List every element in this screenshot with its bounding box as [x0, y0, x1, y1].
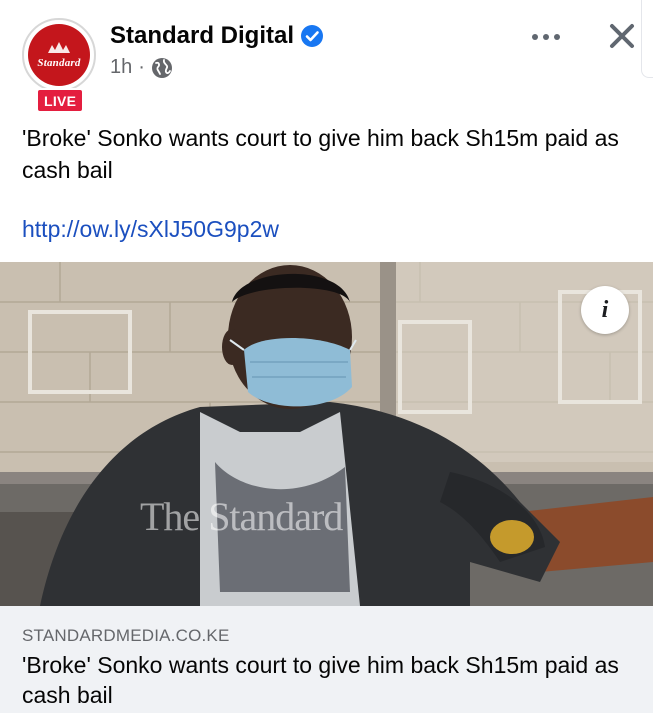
edge-card — [641, 0, 653, 78]
post-time[interactable]: 1h — [110, 56, 132, 79]
avatar-ring: Standard — [22, 18, 96, 92]
info-icon: i — [601, 296, 609, 323]
photo-illustration — [0, 262, 653, 606]
link-preview[interactable]: STANDARDMEDIA.CO.KE 'Broke' Sonko wants … — [0, 606, 653, 713]
post-meta: 1h · — [110, 56, 173, 79]
preview-domain: STANDARDMEDIA.CO.KE — [22, 626, 230, 645]
page-name[interactable]: Standard Digital — [110, 22, 324, 50]
close-button[interactable] — [602, 16, 642, 56]
page-avatar[interactable]: Standard LIVE — [20, 18, 98, 114]
crest-icon — [48, 42, 70, 53]
close-icon — [610, 24, 634, 48]
photo-watermark: The Standard — [140, 494, 343, 539]
post-photo[interactable]: The Standard — [0, 262, 653, 606]
page-name-label[interactable]: Standard Digital — [110, 22, 294, 50]
verified-badge-icon — [301, 25, 324, 47]
post-text: 'Broke' Sonko wants court to give him ba… — [22, 125, 619, 183]
preview-title: 'Broke' Sonko wants court to give him ba… — [22, 652, 619, 708]
more-options-dot — [554, 34, 560, 40]
post-link[interactable]: http://ow.ly/sXlJ50G9p2w — [22, 216, 279, 243]
standard-logo: Standard — [28, 24, 90, 86]
more-options-icon — [532, 34, 538, 40]
globe-icon — [151, 57, 172, 78]
info-button[interactable]: i — [581, 286, 629, 334]
avatar-label: Standard — [37, 57, 81, 69]
meta-separator: · — [138, 56, 145, 78]
more-options-dot — [543, 34, 549, 40]
more-options-button[interactable] — [526, 22, 566, 52]
live-badge: LIVE — [36, 88, 85, 113]
